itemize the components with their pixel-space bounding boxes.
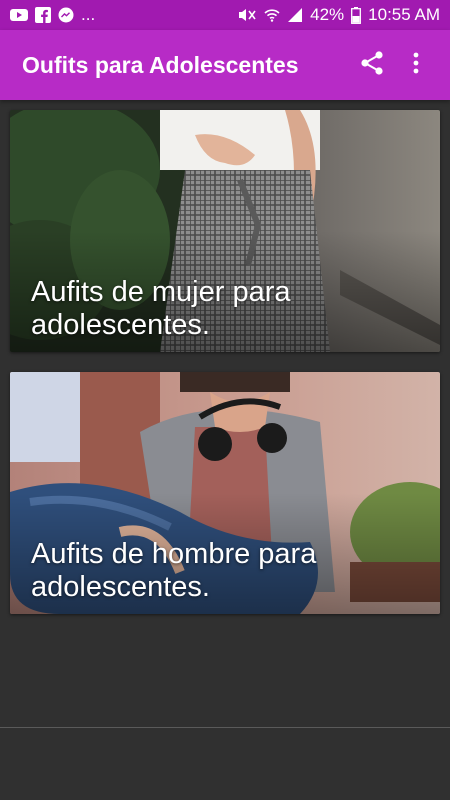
battery-percentage: 42%: [310, 5, 345, 24]
signal-icon: [287, 7, 303, 23]
card-caption: Aufits de mujer para adolescentes.: [31, 276, 291, 341]
battery-icon: [351, 6, 362, 24]
app-title: Oufits para Adolescentes: [22, 51, 299, 78]
share-icon: [359, 50, 385, 81]
notification-icons: ...: [10, 5, 95, 25]
messenger-icon: [58, 7, 74, 23]
status-bar: ... 42% 10:55 AM: [0, 0, 450, 30]
bottom-divider: [0, 727, 450, 728]
more-options-button[interactable]: [394, 43, 438, 87]
system-indicators: 42% 10:55 AM: [237, 5, 440, 25]
clock: 10:55 AM: [368, 5, 440, 24]
share-button[interactable]: [350, 43, 394, 87]
category-card-men[interactable]: Aufits de hombre para adolescentes.: [10, 372, 440, 614]
wifi-icon: [264, 7, 280, 23]
more-vert-icon: [412, 51, 420, 80]
card-caption: Aufits de hombre para adolescentes.: [31, 538, 317, 603]
category-card-women[interactable]: Aufits de mujer para adolescentes.: [10, 110, 440, 352]
more-notifications-indicator: ...: [81, 5, 96, 24]
youtube-icon: [10, 8, 28, 22]
facebook-icon: [35, 7, 51, 23]
app-bar: Oufits para Adolescentes: [0, 30, 450, 100]
mute-icon: [237, 7, 257, 23]
